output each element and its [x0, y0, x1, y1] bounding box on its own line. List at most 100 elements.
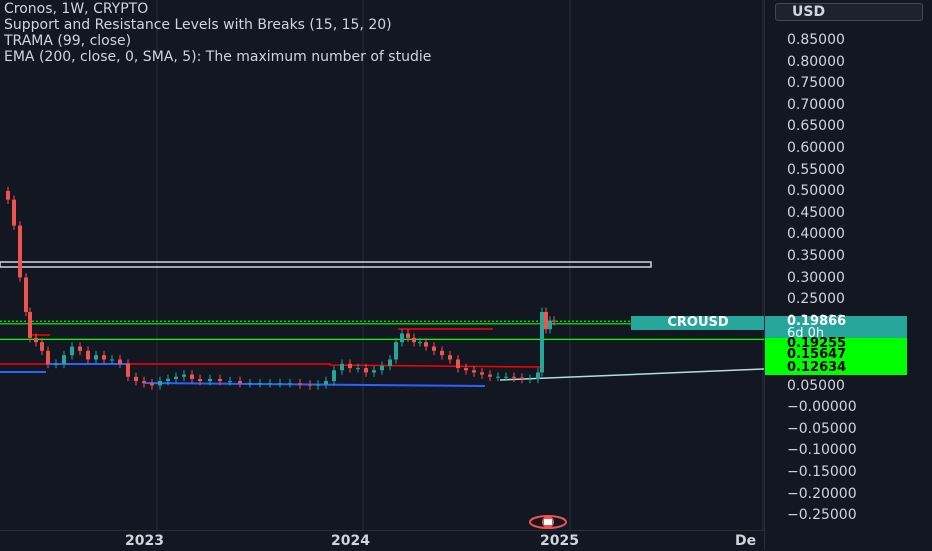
level-label-3: 0.12634 [765, 361, 907, 375]
price-tick: 0.85000 [787, 32, 845, 48]
candle-body [424, 342, 428, 347]
time-label-2025: 2025 [540, 533, 579, 549]
candle-body [18, 225, 22, 278]
candle-body [394, 342, 398, 360]
time-axis[interactable]: 2023 2024 2025 De [0, 530, 764, 551]
candle-body [400, 333, 404, 343]
candle-body [372, 370, 376, 373]
candle-body [150, 383, 154, 386]
candle-body [102, 355, 106, 360]
time-label-2024: 2024 [331, 533, 370, 549]
candle-body [34, 337, 38, 343]
price-tick: −0.10000 [787, 442, 857, 459]
candle-body [46, 350, 50, 364]
candle-body [118, 359, 122, 364]
candle-body [544, 311, 548, 330]
candle-body [520, 377, 524, 379]
candle-body [218, 378, 222, 382]
price-tick: −0.15000 [787, 464, 857, 480]
candle-body [190, 374, 194, 379]
candle-body [228, 381, 232, 383]
price-tick: −0.25000 [787, 507, 857, 524]
candle-body [28, 311, 32, 338]
candle-body [548, 320, 552, 330]
candle-body [418, 342, 422, 344]
time-label-dec: De [735, 533, 757, 549]
legend-symbol[interactable]: Cronos, 1W, CRYPTO [4, 1, 764, 17]
candle-body [552, 320, 556, 322]
candle-body [142, 381, 146, 384]
candle-body [364, 368, 368, 373]
candle-body [62, 355, 66, 364]
resistance-zone-box [0, 261, 652, 268]
events-icon[interactable] [528, 514, 568, 530]
candle-body [504, 376, 508, 378]
price-tick: 0.70000 [787, 96, 845, 113]
candle-body [412, 337, 416, 343]
candle-body [348, 363, 352, 369]
candle-body [258, 383, 262, 385]
price-tick: 0.60000 [787, 140, 845, 156]
price-tick: 0.65000 [787, 118, 845, 135]
legend-ema[interactable]: EMA (200, close, 0, SMA, 5): The maximum… [4, 49, 764, 65]
price-tick: 0.80000 [787, 53, 845, 70]
candle-body [248, 383, 252, 385]
candle-body [94, 355, 98, 360]
candle-body [24, 277, 28, 312]
price-tick: 0.75000 [787, 75, 845, 92]
symbol-tag: CROUSD [631, 316, 765, 330]
candle-body [480, 372, 484, 375]
candle-body [324, 381, 328, 385]
candle-body [174, 376, 178, 379]
candle-body [316, 384, 320, 386]
candle-body [278, 383, 282, 385]
candle-body [388, 359, 392, 366]
candle-body [198, 378, 202, 382]
candle-body [464, 368, 468, 371]
candle-body [70, 346, 74, 356]
candle-body [356, 368, 360, 370]
candle-body [432, 346, 436, 351]
candle-body [78, 346, 82, 351]
candle-body [298, 383, 302, 385]
candle-body [134, 376, 138, 382]
price-axis[interactable]: USD 0.85000 0.80000 0.75000 0.70000 0.65000 0… [764, 0, 932, 550]
candle-body [540, 311, 544, 373]
candle-body [308, 384, 312, 386]
candle-body [208, 378, 212, 382]
candle-body [512, 376, 516, 378]
price-tick: 0.30000 [787, 269, 845, 286]
support-line [144, 382, 486, 387]
candle-body [54, 363, 58, 365]
candle-body [40, 342, 44, 351]
candle-body [536, 372, 540, 379]
candle-body [238, 381, 242, 384]
price-tick: −0.05000 [787, 420, 857, 437]
grid-lines [156, 0, 764, 530]
candles [6, 186, 556, 390]
candle-body [6, 191, 10, 200]
price-tick: 0.25000 [787, 291, 845, 308]
candle-body [496, 376, 500, 378]
time-label-2023: 2023 [125, 533, 164, 549]
candle-body [86, 350, 90, 360]
price-chart[interactable] [0, 0, 764, 530]
candle-body [472, 370, 476, 373]
legend-support-resistance[interactable]: Support and Resistance Levels with Break… [4, 17, 764, 33]
price-tick: −0.00000 [787, 399, 857, 416]
candle-body [288, 383, 292, 385]
price-tick: 0.40000 [787, 226, 845, 243]
candle-body [126, 363, 130, 377]
price-tick: 0.35000 [787, 248, 845, 264]
candle-body [182, 374, 186, 377]
candle-body [448, 355, 452, 360]
candle-body [488, 374, 492, 377]
candle-body [12, 199, 16, 226]
candle-body [406, 333, 410, 338]
candle-body [380, 365, 384, 371]
price-tick: 0.55000 [787, 161, 845, 178]
legend-trama[interactable]: TRAMA (99, close) [4, 33, 764, 49]
currency-button[interactable]: USD [775, 3, 923, 21]
candle-body [166, 378, 170, 382]
candle-body [456, 359, 460, 369]
